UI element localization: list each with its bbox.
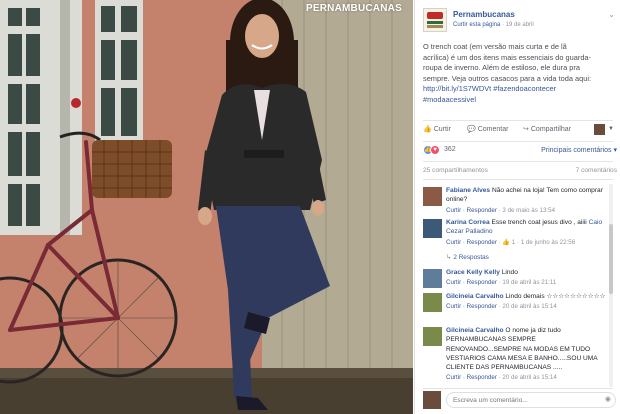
post-panel: Pernambucanas Curtir esta página · 19 de… <box>414 0 620 414</box>
thumbs-up-icon: 👍 <box>423 126 432 133</box>
caret-down-icon: ▾ <box>613 147 617 154</box>
comment-meta: Curtir · Responder · 20 de abril às 15:1… <box>446 374 557 382</box>
divider <box>423 141 613 142</box>
shares-count[interactable]: 25 compartilhamentos <box>423 167 488 174</box>
post-link[interactable]: http://bit.ly/1S7WDVt #fazendoacontecer <box>423 84 617 95</box>
camera-icon[interactable]: ◉ <box>605 395 611 403</box>
comment-meta: Curtir · Responder · 20 de abril às 15:1… <box>446 303 557 311</box>
commenter-name[interactable]: Fabiane Alves <box>446 187 490 194</box>
post-text: O trench coat (em versão mais curta e de… <box>423 42 617 106</box>
like-page-link[interactable]: Curtir esta página <box>453 22 500 28</box>
post-line: sempre. Veja outros casacos para a vida … <box>423 73 592 83</box>
comment-icon: 💬 <box>467 126 476 133</box>
comment-text: Esse trench coat jesus divo , aiiii <box>491 219 587 226</box>
comment-time[interactable]: 20 de abril às 15:14 <box>502 374 556 381</box>
comment-button[interactable]: 💬 Comentar <box>467 125 508 133</box>
divider <box>423 161 613 162</box>
commenter-avatar[interactable] <box>423 293 442 312</box>
post-line: roupa de inverno. Além de estiloso, ele … <box>423 63 580 73</box>
page-avatar[interactable] <box>423 8 447 32</box>
comment-time[interactable]: 19 de abril às 21:11 <box>502 279 556 286</box>
comment-meta: Curtir · Responder · 19 de abril às 21:1… <box>446 279 557 287</box>
post-hashtag[interactable]: #modaacessivel <box>423 95 617 106</box>
viewer-avatar[interactable] <box>594 124 605 135</box>
comment-actions[interactable]: Curtir · Responder <box>446 207 497 214</box>
reply-arrow-icon: ↳ <box>446 254 452 261</box>
share-button[interactable]: ↪ Compartilhar <box>523 125 571 133</box>
scrollbar-thumb[interactable] <box>609 224 613 294</box>
comment-actions[interactable]: Curtir · Responder <box>446 303 497 310</box>
post-date[interactable]: 19 de abril <box>506 22 534 28</box>
view-replies-link[interactable]: ↳ 2 Respostas <box>446 253 489 261</box>
comment-time[interactable]: 20 de abril às 15:14 <box>502 303 556 310</box>
brand-watermark: PERNAMBUCANAS <box>306 3 402 14</box>
comment-time[interactable]: 1 de junho às 22:56 <box>521 239 575 246</box>
commenter-name[interactable]: Karina Correa <box>446 219 490 226</box>
divider <box>423 120 613 121</box>
share-icon: ↪ <box>523 126 529 133</box>
caret-down-icon[interactable]: ▼ <box>608 126 614 132</box>
commenter-name[interactable]: Gilcineia Carvalho <box>446 293 504 300</box>
post-header: Pernambucanas Curtir esta página · 19 de… <box>423 8 615 34</box>
commenter-name[interactable]: Grace Kelly Kelly <box>446 269 500 276</box>
commenter-avatar[interactable] <box>423 219 442 238</box>
comment-composer: ◉ <box>423 390 617 410</box>
chevron-down-icon[interactable]: ⌄ <box>608 10 615 19</box>
commenter-avatar[interactable] <box>423 187 442 206</box>
post-line: acrílica) é um dos itens mais essenciais… <box>423 52 592 62</box>
viewer-avatar <box>423 391 441 409</box>
post-actions: 👍 Curtir 💬 Comentar ↪ Compartilhar ▼ <box>423 124 615 138</box>
comments-count[interactable]: 7 comentários <box>576 167 617 174</box>
like-button[interactable]: 👍 Curtir <box>423 125 451 133</box>
page-name-link[interactable]: Pernambucanas <box>453 10 515 19</box>
commenter-name[interactable]: Gilcineia Carvalho <box>446 327 504 334</box>
post-meta: Curtir esta página · 19 de abril <box>453 22 534 28</box>
thumbs-up-icon: 👍 <box>502 238 511 246</box>
comment-sort-dropdown[interactable]: Principais comentários ▾ <box>541 146 617 154</box>
comments-scrollbar[interactable] <box>609 184 613 387</box>
comment-like-count[interactable]: 1 <box>512 239 515 246</box>
reactions-bar: 👍 ♥ 362 Principais comentários ▾ <box>423 145 617 157</box>
photo-illustration <box>0 0 413 414</box>
comment-text: Lindo demais ☆☆☆☆☆☆☆☆☆☆ <box>505 293 606 300</box>
reaction-count[interactable]: 362 <box>444 146 456 153</box>
love-reaction-icon[interactable]: ♥ <box>430 145 440 155</box>
comment-actions[interactable]: Curtir · Responder <box>446 239 497 246</box>
commenter-avatar[interactable] <box>423 269 442 288</box>
post-stats: 25 compartilhamentos 7 comentários <box>423 167 617 177</box>
comment-actions[interactable]: Curtir · Responder <box>446 279 497 286</box>
commenter-avatar[interactable] <box>423 327 442 346</box>
post-photo[interactable]: PERNAMBUCANAS <box>0 0 413 414</box>
comment-time[interactable]: 3 de maio às 13:54 <box>502 207 555 214</box>
comment-text: Lindo <box>501 269 518 276</box>
divider <box>423 179 613 180</box>
comments-list: Fabiane Alves Não achei na loja! Tem com… <box>423 184 617 387</box>
comment-meta: Curtir · Responder · 👍 1 · 1 de junho às… <box>446 238 576 246</box>
divider <box>423 388 613 389</box>
comment-meta: Curtir · Responder · 3 de maio às 13:54 <box>446 206 556 214</box>
comment-input[interactable] <box>446 392 616 408</box>
comment-actions[interactable]: Curtir · Responder <box>446 374 497 381</box>
post-line: O trench coat (em versão mais curta e de… <box>423 42 567 51</box>
